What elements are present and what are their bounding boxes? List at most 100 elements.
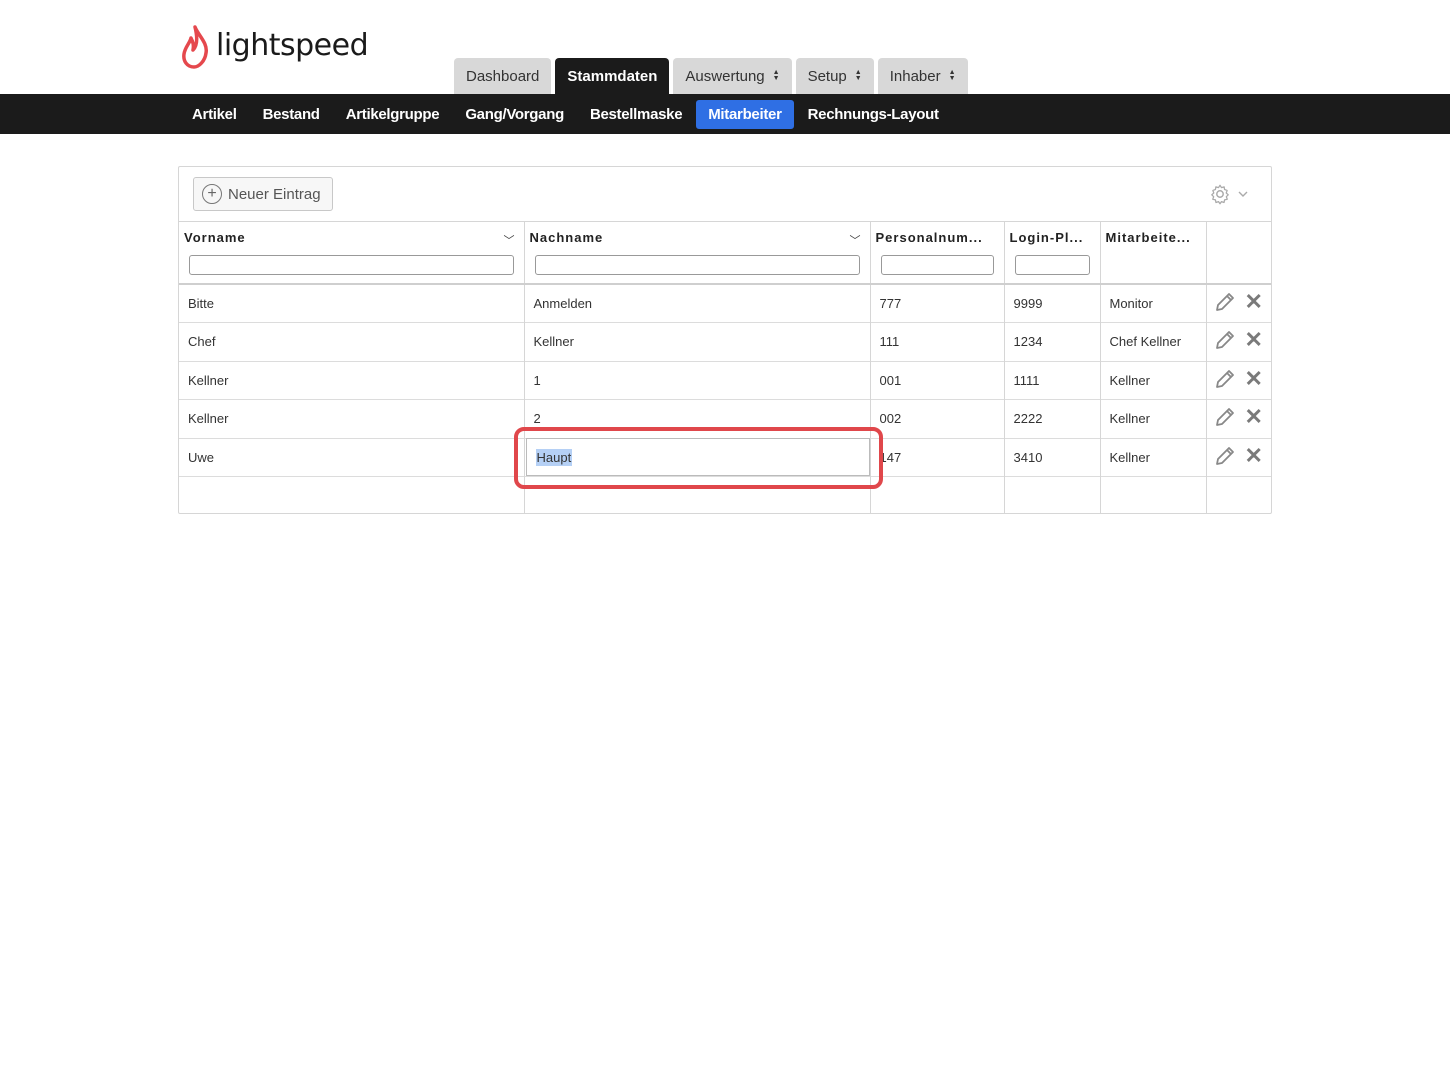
chevron-down-icon[interactable]: ﹀ bbox=[504, 232, 516, 248]
cell-personalnummer[interactable]: 001 bbox=[870, 361, 1005, 400]
cell-personalnummer[interactable]: 002 bbox=[870, 399, 1005, 438]
table-row[interactable]: Uwe Haupt 147 3410 Kellner ✕ bbox=[179, 438, 1271, 477]
flame-icon bbox=[182, 25, 208, 69]
row-actions: ✕ bbox=[1206, 284, 1271, 323]
cell-empty bbox=[1206, 477, 1271, 513]
cell-nachname[interactable]: Anmelden bbox=[524, 284, 871, 323]
tab-label: Inhaber bbox=[889, 67, 941, 85]
tab-label: Auswertung bbox=[685, 67, 765, 85]
cell-empty[interactable] bbox=[1100, 476, 1207, 513]
column-header-mitarbeiter[interactable]: Mitarbeite... bbox=[1100, 222, 1207, 284]
table-row[interactable]: Kellner 2 002 2222 Kellner ✕ bbox=[179, 399, 1271, 439]
personalnummer-filter-input[interactable] bbox=[880, 255, 994, 275]
cell-login-pin[interactable]: 1111 bbox=[1004, 361, 1101, 400]
cell-login-pin[interactable]: 1234 bbox=[1004, 322, 1101, 361]
table-row[interactable]: Chef Kellner 111 1234 Chef Kellner ✕ bbox=[179, 322, 1271, 362]
column-label: Nachname bbox=[529, 230, 604, 245]
subnav-bestellmaske[interactable]: Bestellmaske bbox=[578, 100, 694, 129]
delete-icon[interactable]: ✕ bbox=[1245, 367, 1263, 390]
brand-name: lightspeed bbox=[216, 27, 369, 63]
cell-nachname[interactable]: Kellner bbox=[524, 322, 871, 361]
row-actions: ✕ bbox=[1206, 400, 1271, 439]
cell-nachname[interactable]: 2 bbox=[524, 399, 871, 438]
subnav-artikel[interactable]: Artikel bbox=[180, 100, 249, 129]
column-label: Login-Pl... bbox=[1009, 230, 1084, 245]
cell-mitarbeiter[interactable]: Kellner bbox=[1100, 361, 1207, 400]
tab-auswertung[interactable]: Auswertung ▲ ▼ bbox=[673, 58, 792, 94]
column-label: Personalnum... bbox=[875, 230, 983, 245]
pencil-icon[interactable] bbox=[1213, 444, 1237, 468]
login-pin-filter-input[interactable] bbox=[1014, 255, 1090, 275]
cell-empty[interactable] bbox=[179, 476, 525, 513]
tab-label: Dashboard bbox=[466, 67, 540, 85]
cell-vorname[interactable]: Kellner bbox=[179, 361, 525, 400]
cell-mitarbeiter[interactable]: Monitor bbox=[1100, 284, 1207, 323]
cell-vorname[interactable]: Bitte bbox=[179, 284, 525, 323]
cell-vorname[interactable]: Chef bbox=[179, 322, 525, 361]
cell-nachname[interactable]: Haupt bbox=[524, 438, 871, 477]
row-actions: ✕ bbox=[1206, 323, 1271, 362]
column-label: Vorname bbox=[184, 230, 246, 245]
cell-empty[interactable] bbox=[1004, 476, 1101, 513]
column-header-personalnummer[interactable]: Personalnum... bbox=[870, 222, 1005, 284]
cell-empty[interactable] bbox=[870, 476, 1005, 513]
cell-vorname[interactable]: Uwe bbox=[179, 438, 525, 477]
grid-toolbar: + Neuer Eintrag bbox=[179, 167, 1271, 222]
nachname-filter-input[interactable] bbox=[534, 255, 860, 275]
delete-icon[interactable]: ✕ bbox=[1245, 329, 1263, 351]
cell-personalnummer[interactable]: 777 bbox=[870, 284, 1005, 323]
vorname-filter-input[interactable] bbox=[189, 255, 514, 275]
sort-caret-icon: ▲ ▼ bbox=[772, 69, 780, 82]
tab-label: Stammdaten bbox=[567, 67, 658, 85]
tab-dashboard[interactable]: Dashboard bbox=[454, 58, 552, 94]
tab-setup[interactable]: Setup ▲ ▼ bbox=[795, 58, 874, 94]
tab-stammdaten[interactable]: Stammdaten bbox=[555, 58, 670, 94]
cell-login-pin[interactable]: 3410 bbox=[1004, 438, 1101, 477]
cell-mitarbeiter[interactable]: Kellner bbox=[1100, 399, 1207, 438]
main-tabs: Dashboard Stammdaten Auswertung ▲ ▼ Setup ▲… bbox=[454, 58, 968, 94]
new-entry-label: Neuer Eintrag bbox=[228, 185, 321, 203]
delete-icon[interactable]: ✕ bbox=[1245, 444, 1263, 467]
cell-login-pin[interactable]: 2222 bbox=[1004, 399, 1101, 438]
cell-nachname[interactable]: 1 bbox=[524, 361, 871, 400]
pencil-icon[interactable] bbox=[1213, 290, 1237, 314]
subnav-artikelgruppe[interactable]: Artikelgruppe bbox=[334, 100, 452, 129]
pencil-icon[interactable] bbox=[1213, 328, 1237, 352]
chevron-down-icon bbox=[1238, 191, 1248, 197]
gear-icon bbox=[1211, 184, 1229, 205]
empty-new-row[interactable] bbox=[179, 476, 1271, 513]
cell-vorname[interactable]: Kellner bbox=[179, 399, 525, 438]
delete-icon[interactable]: ✕ bbox=[1245, 291, 1263, 313]
sort-caret-icon: ▲ ▼ bbox=[854, 69, 862, 82]
delete-icon[interactable]: ✕ bbox=[1245, 406, 1263, 428]
subnav-rechnungs-layout[interactable]: Rechnungs-Layout bbox=[796, 100, 951, 129]
nachname-edit-input[interactable]: Haupt bbox=[525, 438, 870, 477]
column-header-login-pin[interactable]: Login-Pl... bbox=[1004, 222, 1101, 284]
grid-settings-button[interactable] bbox=[1209, 183, 1249, 205]
tab-label: Setup bbox=[807, 67, 847, 85]
cell-empty[interactable] bbox=[524, 476, 871, 513]
tab-inhaber[interactable]: Inhaber ▲ ▼ bbox=[877, 58, 968, 94]
cell-mitarbeiter[interactable]: Kellner bbox=[1100, 438, 1207, 477]
row-actions: ✕ bbox=[1206, 361, 1271, 400]
table-row[interactable]: Bitte Anmelden 777 9999 Monitor ✕ bbox=[179, 284, 1271, 323]
new-entry-button[interactable]: + Neuer Eintrag bbox=[193, 177, 333, 211]
subnav-gang-vorgang[interactable]: Gang/Vorgang bbox=[453, 100, 576, 129]
employee-grid-panel: + Neuer Eintrag Vorname ﹀ Nachname ﹀ Per… bbox=[178, 166, 1272, 514]
pencil-icon[interactable] bbox=[1213, 367, 1237, 391]
employee-table: Vorname ﹀ Nachname ﹀ Personalnum... Logi… bbox=[179, 222, 1271, 513]
column-header-nachname[interactable]: Nachname ﹀ bbox=[524, 222, 871, 284]
pencil-icon[interactable] bbox=[1213, 405, 1237, 429]
subnav-bestand[interactable]: Bestand bbox=[251, 100, 332, 129]
column-header-vorname[interactable]: Vorname ﹀ bbox=[179, 222, 525, 284]
table-row[interactable]: Kellner 1 001 1111 Kellner ✕ bbox=[179, 361, 1271, 400]
cell-mitarbeiter[interactable]: Chef Kellner bbox=[1100, 322, 1207, 361]
selected-text: Haupt bbox=[535, 448, 573, 466]
column-header-actions bbox=[1206, 222, 1271, 284]
cell-personalnummer[interactable]: 111 bbox=[870, 322, 1005, 361]
plus-circle-icon: + bbox=[202, 184, 222, 204]
chevron-down-icon[interactable]: ﹀ bbox=[850, 232, 862, 248]
subnav-mitarbeiter[interactable]: Mitarbeiter bbox=[696, 99, 794, 129]
cell-login-pin[interactable]: 9999 bbox=[1004, 284, 1101, 323]
cell-personalnummer[interactable]: 147 bbox=[870, 438, 1005, 477]
